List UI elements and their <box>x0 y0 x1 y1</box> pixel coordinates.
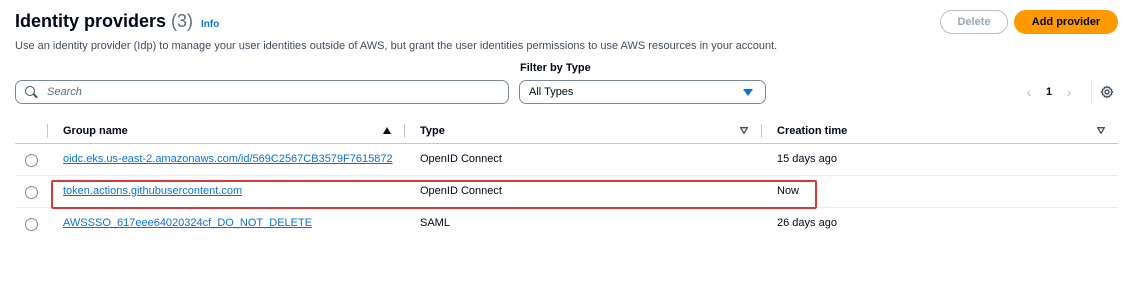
column-divider[interactable] <box>761 124 762 138</box>
creation-time: 15 days ago <box>777 153 837 165</box>
table-row[interactable]: token.actions.githubusercontent.com Open… <box>15 176 1118 208</box>
column-divider[interactable] <box>404 124 405 138</box>
column-divider <box>47 124 48 138</box>
table-row[interactable]: oidc.eks.us-east-2.amazonaws.com/id/569C… <box>15 144 1118 176</box>
column-header-type[interactable]: Type <box>420 125 445 137</box>
provider-link[interactable]: AWSSSO_617eee64020324cf_DO_NOT_DELETE <box>63 217 403 229</box>
provider-type: OpenID Connect <box>420 153 502 165</box>
provider-type: SAML <box>420 217 450 229</box>
creation-time: 26 days ago <box>777 217 837 229</box>
chevron-right-icon[interactable]: › <box>1062 84 1076 100</box>
divider <box>1091 80 1092 104</box>
page-title: Identity providers <box>15 11 167 31</box>
column-header-name[interactable]: Group name <box>63 125 128 137</box>
creation-time: Now <box>777 185 800 197</box>
search-placeholder: Search <box>47 86 82 98</box>
page-header: Identity providers (3) Info <box>15 11 219 32</box>
provider-link[interactable]: token.actions.githubusercontent.com <box>63 185 403 197</box>
caret-down-icon <box>743 89 753 96</box>
chevron-left-icon[interactable]: ‹ <box>1022 84 1036 100</box>
row-radio[interactable] <box>25 186 38 199</box>
table-row[interactable]: AWSSSO_617eee64020324cf_DO_NOT_DELETE SA… <box>15 208 1118 240</box>
table-header: Group name Type Creation time <box>15 118 1118 144</box>
delete-button[interactable]: Delete <box>940 10 1008 34</box>
row-radio[interactable] <box>25 154 38 167</box>
filter-label: Filter by Type <box>520 62 591 74</box>
provider-count: (3) <box>171 11 194 31</box>
sort-ascending-icon[interactable] <box>383 127 391 134</box>
gear-icon[interactable] <box>1099 84 1115 100</box>
provider-link[interactable]: oidc.eks.us-east-2.amazonaws.com/id/569C… <box>63 153 403 165</box>
search-icon <box>25 85 38 99</box>
column-header-created[interactable]: Creation time <box>777 125 847 137</box>
add-provider-button[interactable]: Add provider <box>1014 10 1118 34</box>
info-link[interactable]: Info <box>201 19 219 30</box>
page-number[interactable]: 1 <box>1046 86 1052 98</box>
type-filter-select[interactable]: All Types <box>519 80 766 104</box>
sort-icon[interactable] <box>740 127 748 134</box>
type-filter-value: All Types <box>529 86 574 98</box>
provider-type: OpenID Connect <box>420 185 502 197</box>
pagination: ‹ 1 › <box>1022 84 1076 100</box>
page-description: Use an identity provider (Idp) to manage… <box>15 40 778 52</box>
providers-table: Group name Type Creation time oidc.eks.u… <box>15 118 1118 240</box>
row-radio[interactable] <box>25 218 38 231</box>
search-input[interactable]: Search <box>15 80 509 104</box>
sort-icon[interactable] <box>1097 127 1105 134</box>
